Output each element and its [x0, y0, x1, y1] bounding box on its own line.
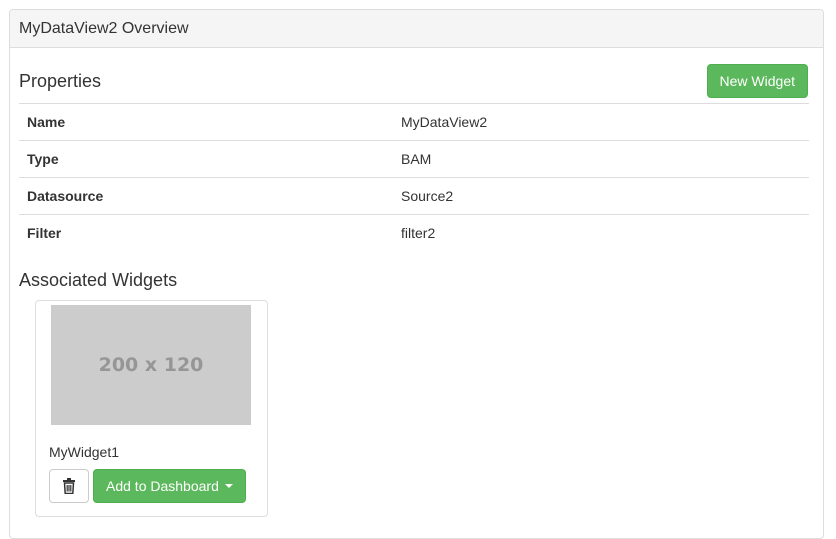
- table-row: Datasource Source2: [19, 177, 809, 215]
- trash-icon: [63, 478, 75, 494]
- widget-name: MyWidget1: [49, 444, 120, 460]
- placeholder-size-label: 200 x 120: [98, 354, 204, 376]
- table-row: Filter filter2: [19, 215, 809, 252]
- page-title: MyDataView2 Overview: [19, 19, 189, 37]
- property-value: filter2: [401, 225, 436, 242]
- new-widget-button[interactable]: New Widget: [706, 64, 808, 98]
- caret-down-icon: [224, 484, 233, 488]
- properties-table: Name MyDataView2 Type BAM Datasource Sou…: [19, 103, 809, 252]
- associated-widgets-heading: Associated Widgets: [19, 269, 178, 290]
- dataview-panel: MyDataView2 Overview Properties New Widg…: [9, 9, 824, 539]
- property-key: Name: [19, 103, 393, 141]
- property-value: BAM: [393, 140, 809, 178]
- property-value: MyDataView2: [393, 103, 809, 141]
- widget-placeholder-image: 200 x 120: [51, 305, 251, 425]
- property-key: Datasource: [19, 177, 393, 215]
- property-key: Filter: [27, 225, 62, 242]
- property-value: Source2: [393, 177, 809, 215]
- property-key: Type: [19, 140, 393, 178]
- properties-header: Properties New Widget: [19, 48, 808, 103]
- properties-heading: Properties: [19, 71, 102, 91]
- panel-heading: MyDataView2 Overview: [10, 10, 823, 48]
- panel-body: Properties New Widget Name MyDataView2 T…: [10, 48, 823, 292]
- table-row: Type BAM: [19, 140, 809, 178]
- add-to-dashboard-button[interactable]: Add to Dashboard: [93, 469, 246, 503]
- delete-widget-button[interactable]: [49, 469, 89, 503]
- table-row: Name MyDataView2: [19, 103, 809, 141]
- add-to-dashboard-label: Add to Dashboard: [106, 478, 219, 494]
- widget-card: 200 x 120 MyWidget1 Add to Dashboard: [35, 300, 268, 517]
